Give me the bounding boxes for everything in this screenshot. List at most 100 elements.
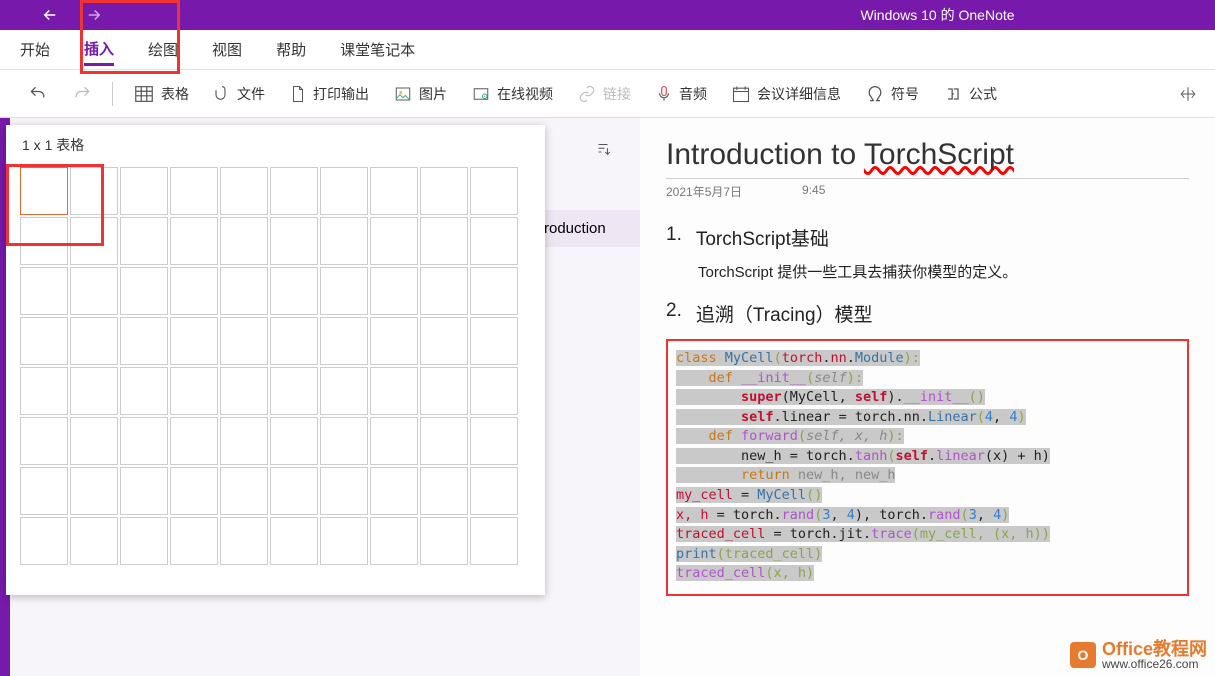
- table-grid-cell[interactable]: [70, 417, 118, 465]
- fullscreen-button[interactable]: [1171, 81, 1205, 107]
- table-grid-cell[interactable]: [320, 467, 368, 515]
- table-grid-cell[interactable]: [270, 317, 318, 365]
- sort-icon[interactable]: [594, 140, 612, 161]
- print-button[interactable]: 打印输出: [281, 79, 377, 109]
- table-grid-cell[interactable]: [470, 417, 518, 465]
- table-grid-cell[interactable]: [170, 367, 218, 415]
- table-grid-cell[interactable]: [370, 217, 418, 265]
- table-grid-cell[interactable]: [270, 367, 318, 415]
- note-body[interactable]: 1.TorchScript基础 TorchScript 提供一些工具去捕获你模型…: [666, 224, 1189, 596]
- table-grid-cell[interactable]: [320, 217, 368, 265]
- redo-button[interactable]: [64, 80, 100, 108]
- table-grid-cell[interactable]: [220, 367, 268, 415]
- table-grid-cell[interactable]: [20, 167, 68, 215]
- note-canvas[interactable]: Introduction to TorchScript 2021年5月7日 9:…: [640, 118, 1215, 676]
- table-grid-cell[interactable]: [270, 267, 318, 315]
- menu-view[interactable]: 视图: [212, 35, 242, 64]
- table-grid-cell[interactable]: [320, 517, 368, 565]
- table-grid-cell[interactable]: [170, 167, 218, 215]
- table-grid-cell[interactable]: [20, 217, 68, 265]
- file-button[interactable]: 文件: [205, 80, 273, 108]
- page-list-item[interactable]: roduction: [530, 210, 640, 247]
- symbol-button[interactable]: 符号: [857, 80, 927, 108]
- table-grid-cell[interactable]: [220, 517, 268, 565]
- table-grid-cell[interactable]: [220, 317, 268, 365]
- table-grid-cell[interactable]: [320, 267, 368, 315]
- table-grid-cell[interactable]: [470, 517, 518, 565]
- table-grid-cell[interactable]: [420, 517, 468, 565]
- formula-button[interactable]: 公式: [935, 80, 1005, 108]
- table-grid-cell[interactable]: [120, 267, 168, 315]
- table-grid-cell[interactable]: [20, 517, 68, 565]
- table-grid-cell[interactable]: [120, 317, 168, 365]
- menu-help[interactable]: 帮助: [276, 35, 306, 64]
- image-button[interactable]: 图片: [385, 80, 455, 108]
- table-grid-cell[interactable]: [170, 467, 218, 515]
- table-grid-cell[interactable]: [120, 417, 168, 465]
- table-grid-cell[interactable]: [370, 167, 418, 215]
- menu-draw[interactable]: 绘图: [148, 35, 178, 64]
- table-grid-cell[interactable]: [20, 467, 68, 515]
- table-grid-cell[interactable]: [470, 217, 518, 265]
- table-grid-cell[interactable]: [420, 417, 468, 465]
- table-grid-cell[interactable]: [370, 417, 418, 465]
- menu-home[interactable]: 开始: [20, 35, 50, 64]
- table-grid-cell[interactable]: [370, 467, 418, 515]
- table-grid-cell[interactable]: [470, 317, 518, 365]
- table-grid-cell[interactable]: [370, 267, 418, 315]
- forward-button[interactable]: [84, 5, 104, 25]
- table-grid-cell[interactable]: [120, 517, 168, 565]
- table-grid-cell[interactable]: [420, 367, 468, 415]
- table-size-grid[interactable]: [16, 163, 535, 569]
- table-grid-cell[interactable]: [70, 367, 118, 415]
- table-grid-cell[interactable]: [320, 417, 368, 465]
- table-grid-cell[interactable]: [420, 467, 468, 515]
- table-grid-cell[interactable]: [320, 167, 368, 215]
- table-grid-cell[interactable]: [270, 517, 318, 565]
- table-grid-cell[interactable]: [220, 467, 268, 515]
- table-grid-cell[interactable]: [320, 367, 368, 415]
- table-grid-cell[interactable]: [220, 167, 268, 215]
- table-grid-cell[interactable]: [370, 367, 418, 415]
- table-grid-cell[interactable]: [70, 167, 118, 215]
- table-grid-cell[interactable]: [270, 217, 318, 265]
- table-grid-cell[interactable]: [170, 267, 218, 315]
- table-grid-cell[interactable]: [470, 267, 518, 315]
- table-grid-cell[interactable]: [120, 167, 168, 215]
- table-grid-cell[interactable]: [20, 417, 68, 465]
- table-grid-cell[interactable]: [420, 317, 468, 365]
- meeting-button[interactable]: 会议详细信息: [723, 80, 849, 108]
- menu-insert[interactable]: 插入: [84, 34, 114, 66]
- table-grid-cell[interactable]: [470, 367, 518, 415]
- table-grid-cell[interactable]: [20, 367, 68, 415]
- table-grid-cell[interactable]: [170, 517, 218, 565]
- table-grid-cell[interactable]: [270, 167, 318, 215]
- table-grid-cell[interactable]: [70, 317, 118, 365]
- table-grid-cell[interactable]: [120, 467, 168, 515]
- table-grid-cell[interactable]: [170, 417, 218, 465]
- table-grid-cell[interactable]: [420, 217, 468, 265]
- table-grid-cell[interactable]: [420, 267, 468, 315]
- table-grid-cell[interactable]: [370, 317, 418, 365]
- audio-button[interactable]: 音频: [647, 80, 715, 108]
- table-grid-cell[interactable]: [170, 317, 218, 365]
- table-grid-cell[interactable]: [70, 517, 118, 565]
- table-grid-cell[interactable]: [470, 467, 518, 515]
- table-grid-cell[interactable]: [370, 517, 418, 565]
- table-button[interactable]: 表格: [125, 79, 197, 109]
- table-grid-cell[interactable]: [220, 417, 268, 465]
- video-button[interactable]: 在线视频: [463, 80, 561, 108]
- table-grid-cell[interactable]: [320, 317, 368, 365]
- menu-classnotebook[interactable]: 课堂笔记本: [340, 35, 415, 64]
- table-grid-cell[interactable]: [20, 267, 68, 315]
- table-grid-cell[interactable]: [120, 367, 168, 415]
- table-grid-cell[interactable]: [70, 467, 118, 515]
- table-grid-cell[interactable]: [70, 217, 118, 265]
- undo-button[interactable]: [20, 80, 56, 108]
- table-grid-cell[interactable]: [420, 167, 468, 215]
- back-button[interactable]: [40, 5, 60, 25]
- link-button[interactable]: 链接: [569, 80, 639, 108]
- table-grid-cell[interactable]: [470, 167, 518, 215]
- table-grid-cell[interactable]: [20, 317, 68, 365]
- table-grid-cell[interactable]: [120, 217, 168, 265]
